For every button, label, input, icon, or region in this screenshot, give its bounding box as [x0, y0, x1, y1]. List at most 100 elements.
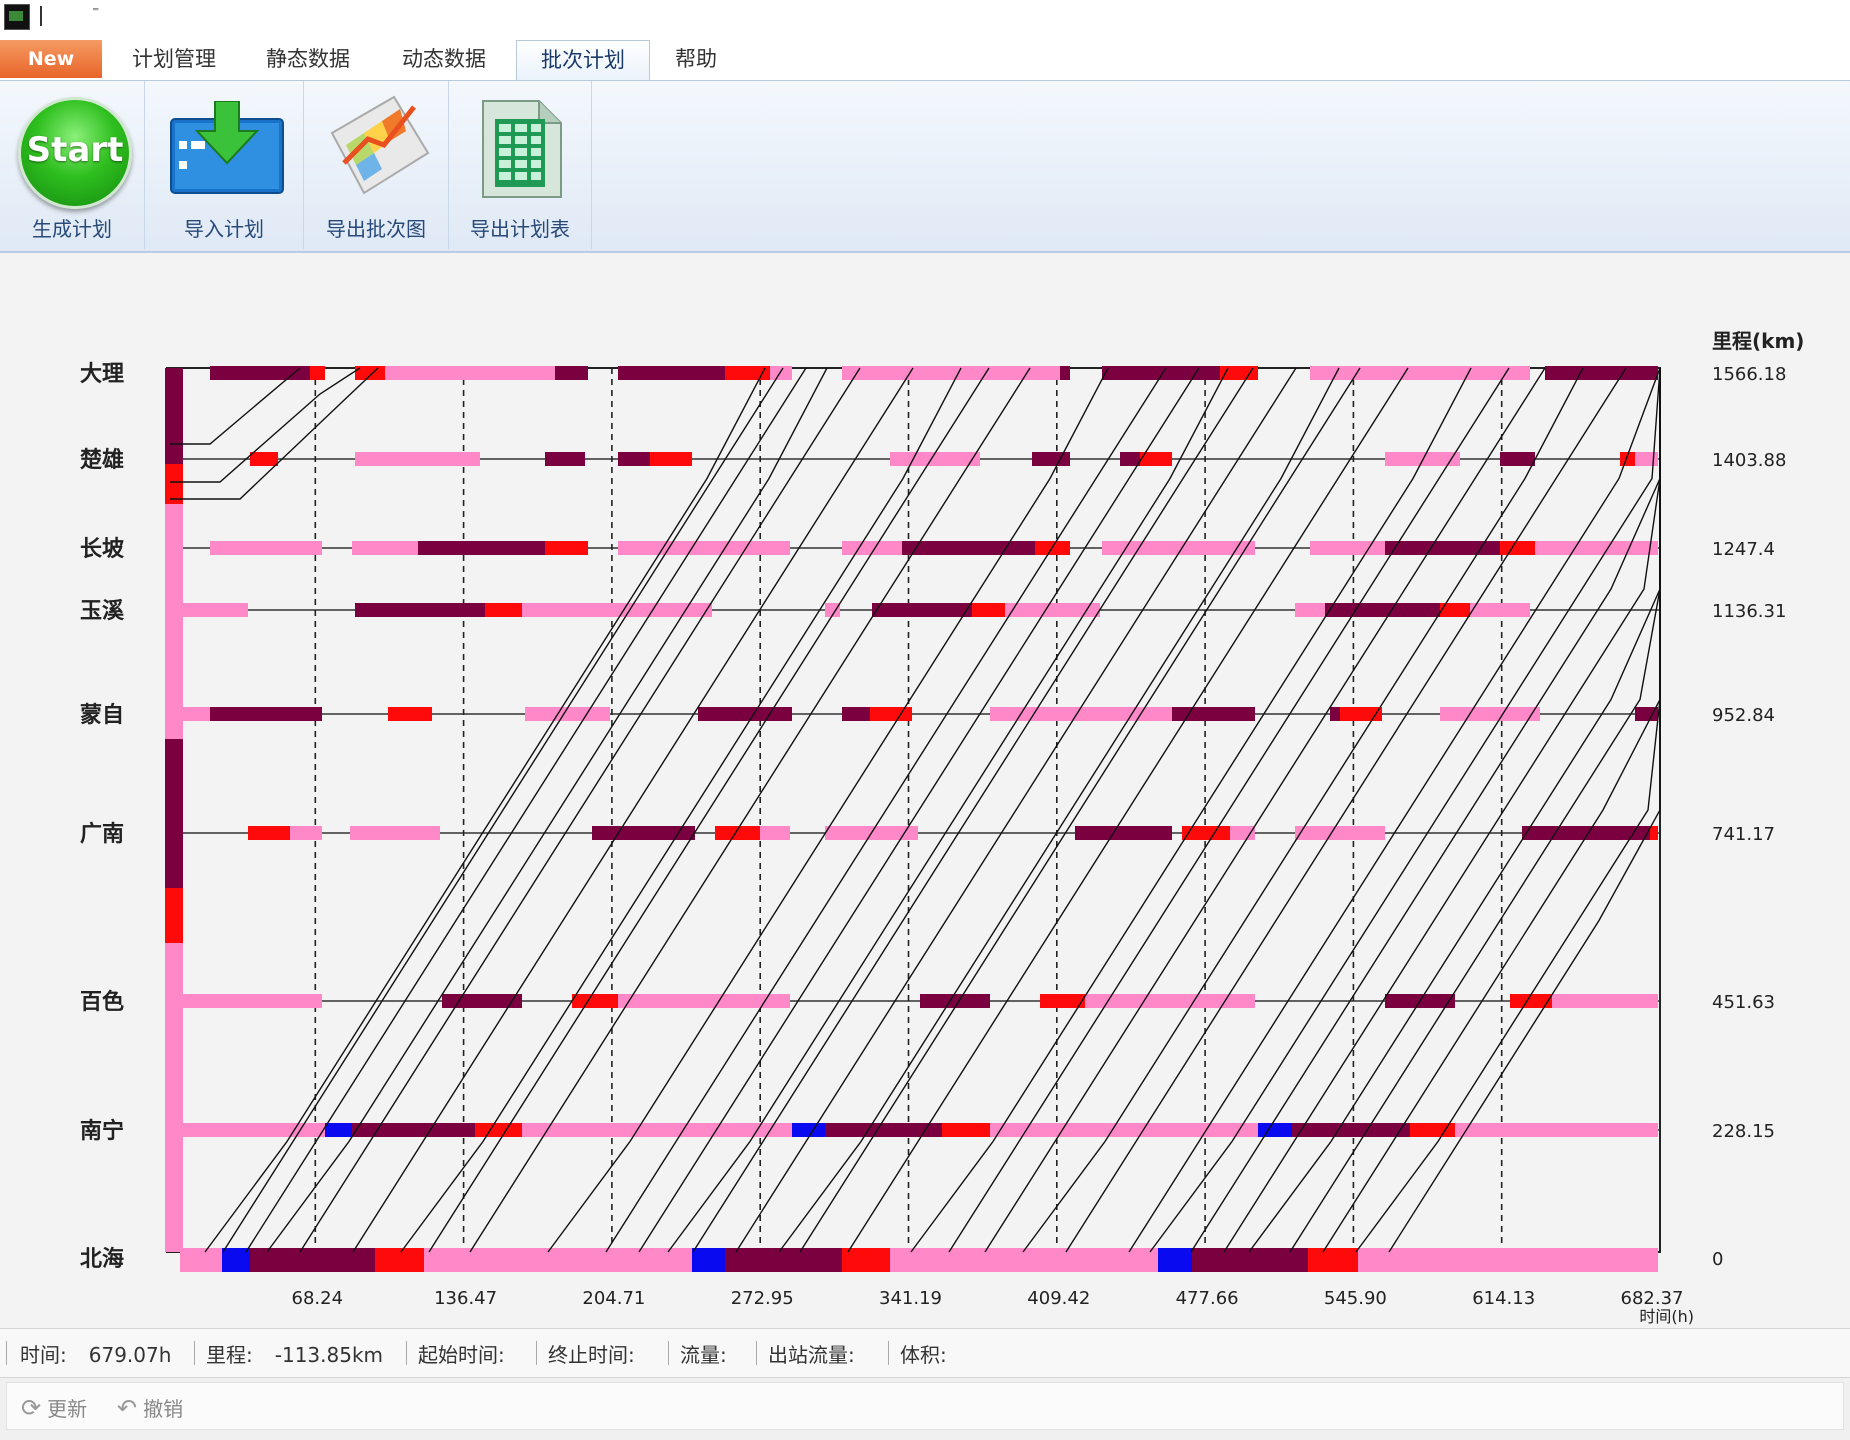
station-tank-segment: [692, 1248, 725, 1272]
app-icon[interactable]: [4, 4, 30, 30]
batch-trajectory-line: [1128, 367, 1661, 1253]
import-icon: [170, 101, 284, 194]
ribbon-tab-row: 计划管理 静态数据 动态数据 批次计划 帮助: [0, 32, 1850, 81]
export-graph-button[interactable]: 导出批次图: [304, 81, 449, 249]
tab-help[interactable]: 帮助: [660, 40, 732, 80]
refresh-label: 更新: [47, 1397, 88, 1421]
station-tank-segment: [1500, 541, 1535, 555]
x-tick-label: 545.90: [1324, 1288, 1387, 1309]
status-time-label: 时间:: [20, 1343, 67, 1367]
station-tank-segment: [1075, 826, 1172, 840]
export-table-button[interactable]: 导出计划表: [449, 81, 592, 249]
station-tank-segment: [522, 603, 712, 617]
station-tank-segment: [1455, 1123, 1658, 1137]
station-tank-segment: [618, 452, 650, 466]
status-time-value: 679.07h: [88, 1343, 172, 1367]
spreadsheet-icon: [482, 100, 562, 198]
status-flow: 流量:: [680, 1343, 727, 1367]
batch-trajectory-line: [1149, 367, 1661, 1253]
station-tank-segment: [1172, 707, 1255, 721]
station-tank-segment: [1535, 541, 1658, 555]
import-plan-button[interactable]: 导入计划: [145, 81, 304, 249]
station-label-2: 长坡: [80, 537, 124, 562]
refresh-button[interactable]: ⟳ 更新: [21, 1393, 87, 1422]
file-menu-button[interactable]: New: [0, 40, 102, 78]
batch-trajectory-line: [245, 367, 807, 1253]
x-tick-label: 682.37: [1621, 1288, 1684, 1309]
status-out-flow: 出站流量:: [768, 1343, 855, 1367]
status-mileage-value: -113.85km: [274, 1343, 384, 1367]
status-time: 时间: 679.07h: [20, 1339, 171, 1368]
station-km-label: 1403.88: [1712, 450, 1786, 471]
batch-trajectory-line: [692, 367, 1254, 1253]
status-divider: [888, 1341, 889, 1365]
batch-trajectory-line: [547, 367, 1109, 1253]
station-tank-segment: [248, 826, 290, 840]
station-tank-segment: [388, 707, 432, 721]
station-tank-segment: [1635, 452, 1658, 466]
mileage-unit-label: 里程(km): [1712, 329, 1804, 353]
station-tank-segment: [870, 707, 912, 721]
quick-access-dropdown-icon[interactable]: ⁼: [92, 4, 99, 20]
ribbon-panel: Start 生成计划 导入计划 导出批次图 导出计划表: [0, 81, 1850, 253]
batch-trajectory-line: [428, 367, 990, 1253]
station-tank-segment: [872, 603, 972, 617]
station-tank-segment: [475, 1123, 522, 1137]
station-tank-segment: [650, 452, 692, 466]
station-km-label: 0: [1712, 1249, 1723, 1270]
status-divider: [668, 1341, 669, 1365]
undo-button[interactable]: ↶ 撤销: [117, 1393, 183, 1422]
station-tank-segment: [522, 1123, 792, 1137]
station-tank-segment: [920, 994, 990, 1008]
station-label-6: 百色: [80, 989, 124, 1015]
tab-static-data[interactable]: 静态数据: [246, 40, 370, 80]
station-label-4: 蒙自: [80, 702, 124, 728]
station-km-label: 1136.31: [1712, 601, 1786, 622]
station-km-label: 741.17: [1712, 824, 1775, 845]
left-storage-bar: [165, 504, 183, 739]
tab-batch-plan[interactable]: 批次计划: [516, 40, 650, 80]
station-tank-segment: [792, 1123, 825, 1137]
status-divider: [406, 1341, 407, 1365]
station-label-3: 玉溪: [80, 599, 125, 624]
tab-plan-management[interactable]: 计划管理: [112, 40, 236, 80]
station-tank-segment: [1032, 452, 1070, 466]
station-tank-segment: [352, 1123, 475, 1137]
batch-trajectory-line: [778, 367, 1340, 1253]
station-tank-segment: [180, 1248, 222, 1272]
plot-frame: [166, 367, 1661, 1253]
x-tick-label: 136.47: [434, 1288, 497, 1309]
station-tank-segment: [424, 1248, 692, 1272]
station-tank-segment: [725, 1248, 842, 1272]
station-km-label: 1247.4: [1712, 539, 1775, 560]
station-tank-segment: [842, 707, 870, 721]
bottom-toolbar-panel: ⟳ 更新 ↶ 撤销: [6, 1382, 1844, 1430]
station-tank-segment: [485, 603, 522, 617]
station-tank-segment: [1470, 603, 1530, 617]
status-mileage: 里程: -113.85km: [206, 1339, 383, 1368]
station-tank-segment: [1310, 541, 1385, 555]
station-tank-segment: [842, 1248, 890, 1272]
generate-plan-button[interactable]: Start 生成计划: [0, 81, 145, 249]
station-tank-segment: [592, 826, 695, 840]
station-tank-segment: [770, 366, 792, 380]
x-tick-label: 341.19: [879, 1288, 942, 1309]
x-tick-label: 68.24: [292, 1288, 344, 1309]
station-tank-segment: [715, 826, 760, 840]
station-tank-segment: [1358, 1248, 1658, 1272]
bottom-toolbar: ⟳ 更新 ↶ 撤销: [0, 1378, 1850, 1440]
x-tick-label: 204.71: [582, 1288, 645, 1309]
batch-trajectory-line: [352, 367, 914, 1253]
tab-dynamic-data[interactable]: 动态数据: [382, 40, 506, 80]
status-divider: [194, 1341, 195, 1365]
x-tick-label: 409.42: [1027, 1288, 1090, 1309]
batch-trajectory-line: [799, 367, 1361, 1253]
batch-plan-chart[interactable]: 大理楚雄长坡玉溪蒙自广南百色南宁北海 1566.18 1403.88 1247.4 11…: [0, 254, 1850, 1328]
station-tank-segment: [902, 541, 1035, 555]
station-tank-segment: [572, 994, 618, 1008]
batch-trajectory-line: [266, 367, 828, 1253]
left-storage-bar: [165, 464, 183, 504]
station-label-1: 楚雄: [80, 448, 124, 473]
export-graph-label: 导出批次图: [326, 217, 426, 241]
left-storage-bar: [165, 368, 183, 464]
